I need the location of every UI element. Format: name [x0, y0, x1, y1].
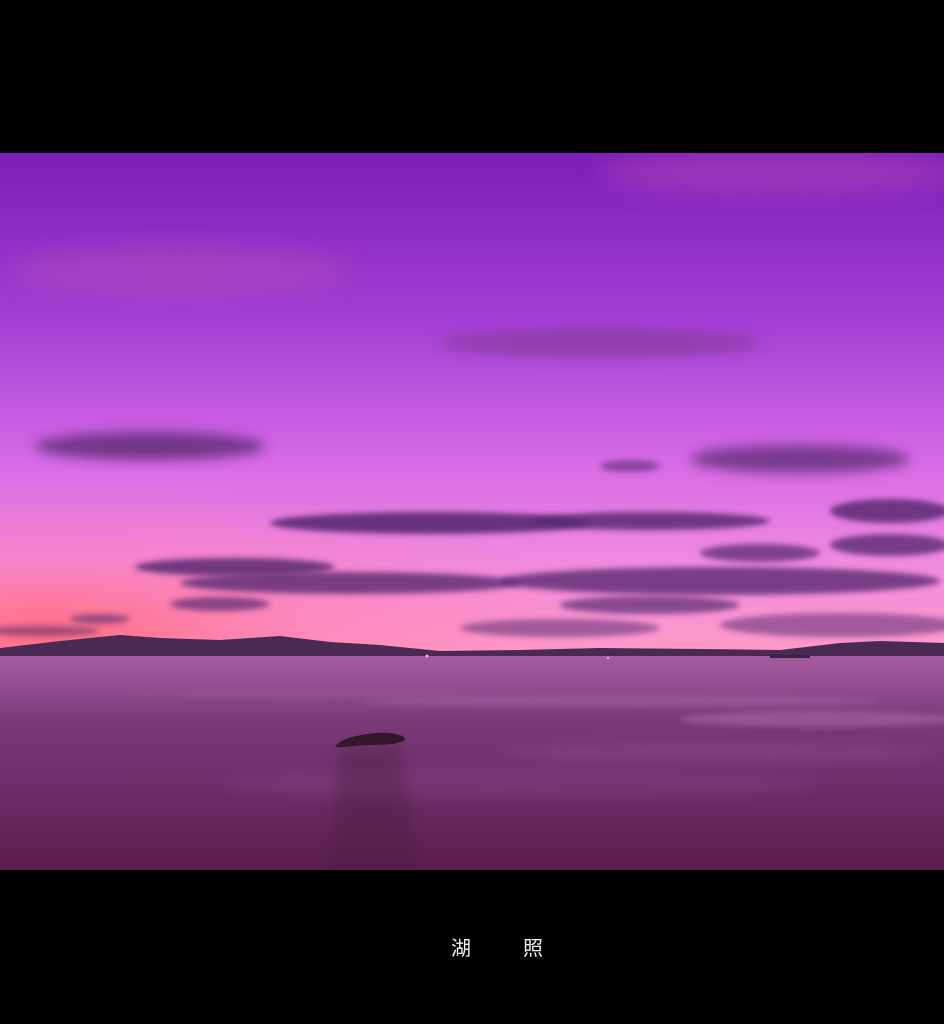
- caption: 湖 照: [0, 930, 944, 966]
- sunset-scene: [0, 153, 944, 870]
- cloud: [600, 460, 660, 472]
- caption-char-lake: 湖: [451, 936, 471, 960]
- water-reflection: [0, 656, 944, 716]
- cloud: [170, 597, 270, 611]
- distant-shore: [770, 655, 810, 658]
- cloud: [70, 614, 130, 624]
- cloud: [180, 572, 520, 594]
- caption-char-shine: 照: [523, 936, 543, 960]
- cloud: [440, 329, 760, 357]
- sunset-photo: [0, 153, 944, 870]
- cloud: [460, 619, 660, 637]
- distant-light: [607, 657, 609, 659]
- cloud: [530, 512, 770, 530]
- black-frame: 湖 照: [0, 0, 944, 1024]
- high-cloud: [10, 247, 350, 295]
- distant-light: [425, 654, 429, 658]
- cloud: [500, 567, 940, 595]
- cloud: [560, 596, 740, 614]
- cloud: [690, 445, 910, 473]
- cloud: [700, 544, 820, 562]
- cloud: [35, 432, 265, 460]
